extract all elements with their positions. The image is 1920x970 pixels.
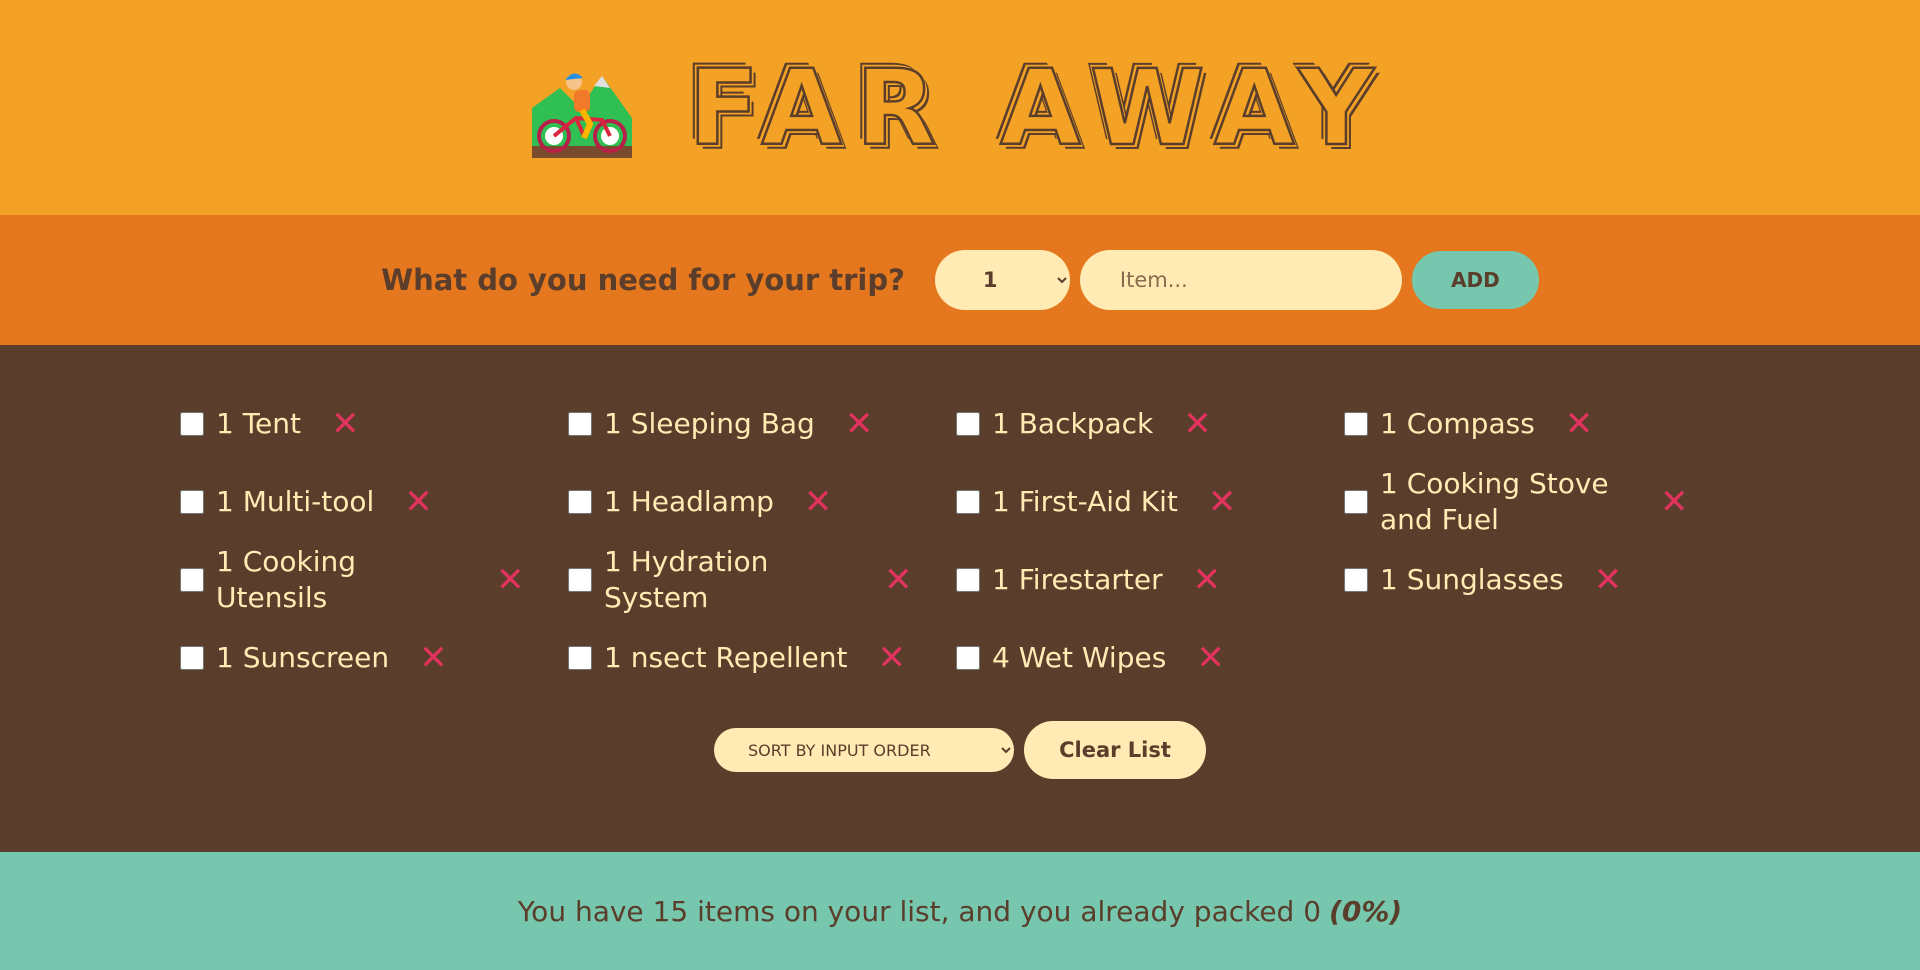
packed-checkbox[interactable] (180, 411, 204, 436)
close-icon[interactable]: ✕ (1208, 485, 1237, 519)
item-label: 1 Backpack (992, 406, 1154, 440)
list-item: 1 First-Aid Kit ✕ (956, 484, 1344, 520)
packed-checkbox[interactable] (956, 411, 980, 436)
list-item: 1 Cooking Stove and Fuel ✕ (1344, 466, 1732, 539)
add-button[interactable]: ADD (1411, 251, 1539, 309)
item-label: 1 Hydration System (604, 544, 769, 614)
list-item: 1 Tent ✕ (180, 406, 568, 442)
stats-percent: (0%) (1329, 894, 1403, 928)
list-item: 1 Cooking Utensils ✕ (180, 544, 568, 617)
packed-checkbox[interactable] (1344, 411, 1368, 436)
list-item: 1 Firestarter ✕ (956, 562, 1344, 598)
close-icon[interactable]: ✕ (804, 485, 833, 519)
stats-footer: You have 15 items on your list, and you … (0, 852, 1920, 970)
close-icon[interactable]: ✕ (1660, 485, 1689, 519)
packed-checkbox[interactable] (180, 489, 204, 514)
packed-checkbox[interactable] (956, 489, 980, 514)
list-item: 1 Sleeping Bag ✕ (568, 406, 956, 442)
close-icon[interactable]: ✕ (877, 641, 906, 675)
list-item: 1 Compass ✕ (1344, 406, 1732, 442)
item-label: 1 Cooking Stove and Fuel (1380, 466, 1609, 536)
item-label: 1 Sunglasses (1380, 562, 1564, 596)
packed-checkbox[interactable] (1344, 490, 1368, 514)
item-label: 1 Sleeping Bag (604, 406, 815, 440)
list-item: 1 Hydration System ✕ (568, 544, 956, 617)
clear-list-button[interactable]: Clear List (1024, 721, 1206, 779)
item-label: 1 Tent (216, 406, 302, 440)
packing-list: 1 Tent ✕ 1 Sleeping Bag ✕ 1 Backpack ✕ 1 Co… (0, 345, 1920, 852)
close-icon[interactable]: ✕ (1196, 641, 1225, 675)
list-item: 1 Multi-tool ✕ (180, 484, 568, 520)
list-item: 4 Wet Wipes ✕ (956, 640, 1344, 676)
item-label: 1 Multi-tool (216, 484, 375, 518)
close-icon[interactable]: ✕ (845, 407, 874, 441)
list-item: 1 Sunscreen ✕ (180, 640, 568, 676)
stats-text: You have 15 items on your list, and you … (517, 894, 1322, 928)
app-title: Far Away (687, 46, 1388, 169)
item-label: 1 Sunscreen (216, 640, 390, 674)
item-label: 1 Headlamp (604, 484, 774, 518)
item-label: 1 First-Aid Kit (992, 484, 1178, 518)
item-label: 4 Wet Wipes (992, 640, 1167, 674)
packed-checkbox[interactable] (180, 645, 204, 670)
packed-checkbox[interactable] (568, 411, 592, 436)
close-icon[interactable]: ✕ (496, 563, 525, 597)
close-icon[interactable]: ✕ (404, 485, 433, 519)
packed-checkbox[interactable] (568, 568, 592, 592)
sort-select[interactable]: SORT BY INPUT ORDER (714, 728, 1014, 772)
close-icon[interactable]: ✕ (884, 563, 913, 597)
list-item: 1 Headlamp ✕ (568, 484, 956, 520)
packed-checkbox[interactable] (180, 568, 204, 592)
quantity-select[interactable]: 1 (934, 250, 1070, 310)
item-label: 1 Firestarter (992, 562, 1163, 596)
close-icon[interactable]: ✕ (1183, 407, 1212, 441)
list-item: 1 nsect Repellent ✕ (568, 640, 956, 676)
close-icon[interactable]: ✕ (1193, 563, 1222, 597)
close-icon[interactable]: ✕ (1565, 407, 1594, 441)
close-icon[interactable]: ✕ (1594, 563, 1623, 597)
item-label: 1 Compass (1380, 406, 1535, 440)
add-item-form: What do you need for your trip? 1 ADD (0, 215, 1920, 345)
packed-checkbox[interactable] (568, 645, 592, 670)
form-question: What do you need for your trip? (381, 263, 905, 297)
list-item: 1 Sunglasses ✕ (1344, 562, 1732, 598)
list-actions: SORT BY INPUT ORDER Clear List (714, 721, 1206, 779)
app-header: Far Away (0, 0, 1920, 215)
packed-checkbox[interactable] (956, 645, 980, 670)
mountain-bicyclist-icon (532, 72, 633, 158)
item-input[interactable] (1079, 250, 1402, 310)
item-label: 1 Cooking Utensils (216, 544, 357, 614)
packed-checkbox[interactable] (1344, 567, 1368, 592)
packed-checkbox[interactable] (956, 567, 980, 592)
list-item: 1 Backpack ✕ (956, 406, 1344, 442)
items-grid: 1 Tent ✕ 1 Sleeping Bag ✕ 1 Backpack ✕ 1 Co… (180, 385, 1740, 697)
item-label: 1 nsect Repellent (604, 640, 848, 674)
packed-checkbox[interactable] (568, 489, 592, 514)
close-icon[interactable]: ✕ (331, 407, 360, 441)
close-icon[interactable]: ✕ (419, 641, 448, 675)
